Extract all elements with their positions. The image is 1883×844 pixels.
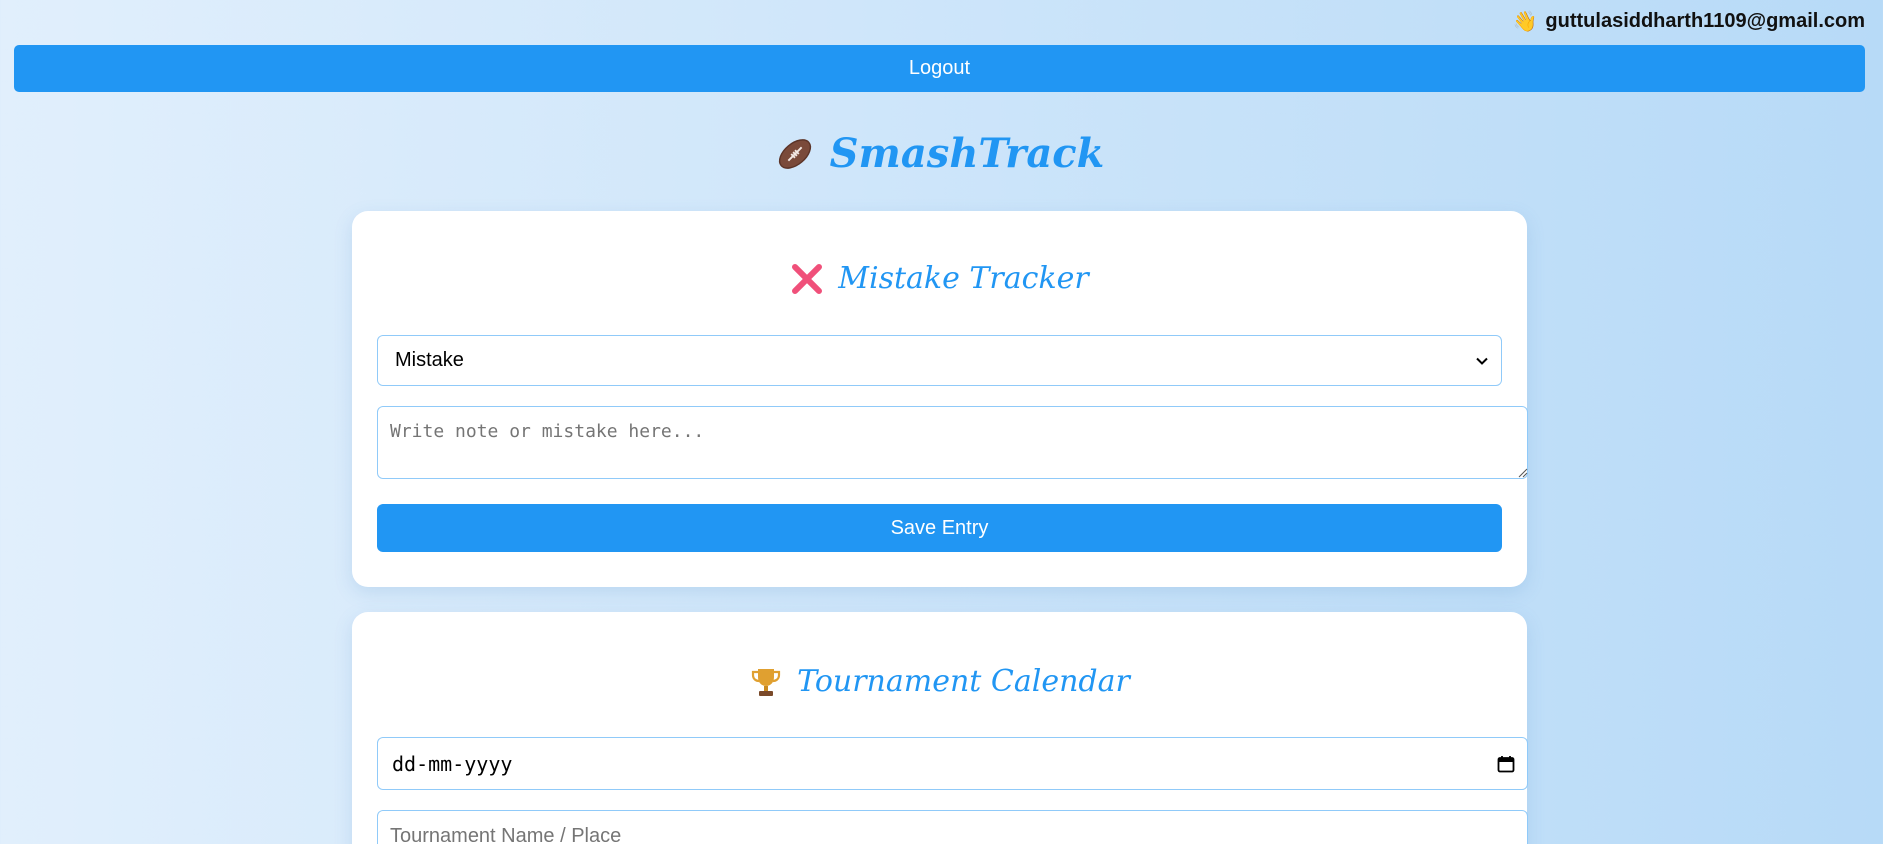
tournament-date-input[interactable]: dd-mm-yyyy	[377, 737, 1528, 790]
trophy-icon	[752, 668, 781, 696]
app-title: SmashTrack	[829, 130, 1105, 177]
mistake-tracker-card: Mistake Tracker Mistake Save Entry	[352, 211, 1528, 587]
entry-type-select[interactable]: Mistake	[377, 335, 1502, 386]
football-icon	[778, 138, 811, 169]
calendar-icon[interactable]	[1497, 755, 1515, 773]
logout-button[interactable]: Logout	[14, 45, 1865, 92]
tournament-calendar-card: Tournament Calendar dd-mm-yyyy	[352, 612, 1528, 844]
date-placeholder: dd-mm-yyyy	[392, 751, 513, 776]
resize-handle-icon[interactable]	[1518, 468, 1528, 478]
user-greeting: 👋 guttulasiddharth1109@gmail.com	[1513, 10, 1865, 33]
save-entry-button[interactable]: Save Entry	[377, 504, 1502, 552]
entry-type-selected: Mistake	[395, 349, 464, 371]
app-header: SmashTrack	[0, 130, 1880, 177]
tournament-calendar-heading: Tournament Calendar	[352, 664, 1527, 699]
tournament-name-input[interactable]	[377, 810, 1528, 844]
mistake-tracker-heading: Mistake Tracker	[352, 261, 1527, 296]
note-textarea[interactable]	[377, 406, 1528, 479]
user-email: guttulasiddharth1109@gmail.com	[1545, 10, 1865, 32]
mistake-tracker-title: Mistake Tracker	[838, 261, 1089, 296]
waving-hand-icon: 👋	[1512, 10, 1538, 33]
tournament-calendar-title: Tournament Calendar	[797, 664, 1130, 699]
cross-mark-icon	[792, 263, 823, 294]
chevron-down-icon	[1476, 357, 1488, 365]
